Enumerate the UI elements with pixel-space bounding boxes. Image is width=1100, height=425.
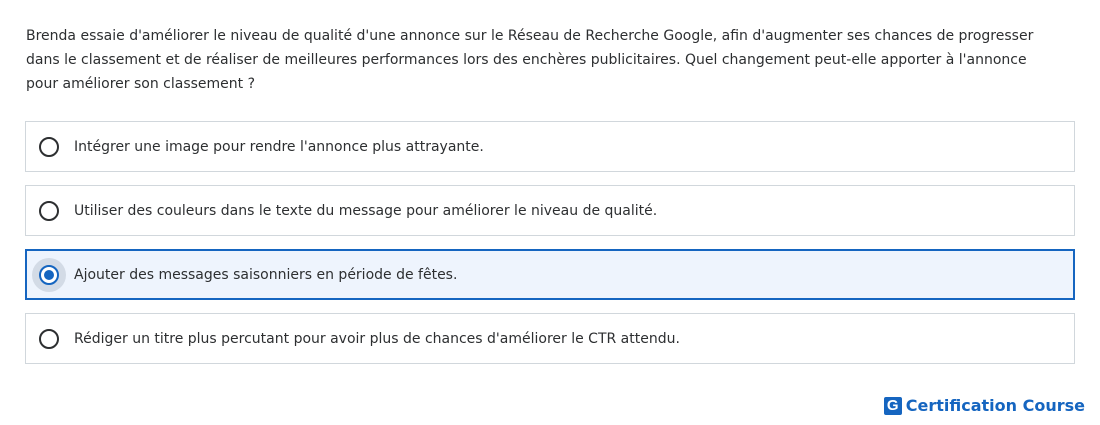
radio-halo [32,322,66,356]
answer-option-3[interactable]: Ajouter des messages saisonniers en péri… [25,249,1075,300]
answer-option-label: Ajouter des messages saisonniers en péri… [74,266,458,283]
brand-watermark: G Certification Course [883,396,1085,415]
question-text: Brenda essaie d'améliorer le niveau de q… [26,28,1034,92]
answer-option-label: Utiliser des couleurs dans le texte du m… [74,202,658,219]
radio-wrap [25,251,73,299]
answer-option-4[interactable]: Rédiger un titre plus percutant pour avo… [25,313,1075,364]
radio-halo [32,194,66,228]
radio-button-1[interactable] [39,136,59,157]
radio-wrap [25,315,73,363]
radio-button-4[interactable] [39,328,59,349]
answer-option-label: Intégrer une image pour rendre l'annonce… [74,138,484,155]
radio-halo [32,130,66,164]
radio-halo [32,257,66,292]
radio-wrap [25,123,73,171]
answer-option-2[interactable]: Utiliser des couleurs dans le texte du m… [25,185,1075,236]
radio-wrap [25,187,73,235]
brand-logo-icon: G [883,396,902,415]
radio-selected-dot [44,269,54,280]
answer-option-label: Rédiger un titre plus percutant pour avo… [74,330,680,347]
radio-button-3[interactable] [39,264,59,285]
answer-options: Intégrer une image pour rendre l'annonce… [25,121,1075,377]
answer-option-1[interactable]: Intégrer une image pour rendre l'annonce… [25,121,1075,172]
brand-name: Certification Course [905,396,1085,415]
radio-button-2[interactable] [39,200,59,221]
